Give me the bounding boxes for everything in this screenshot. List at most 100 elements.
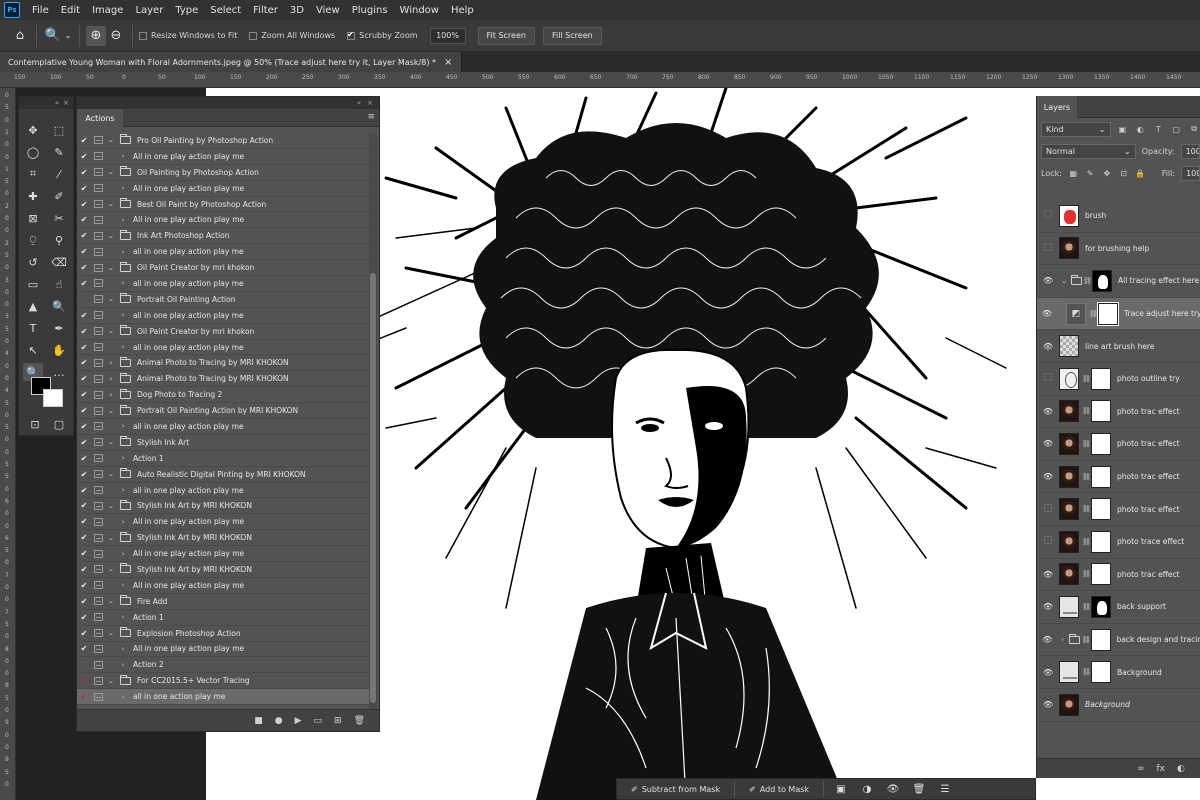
- layer-group-row[interactable]: 👁 › ⛓ back design and tracing: [1037, 624, 1200, 657]
- chevron-right-icon[interactable]: ›: [117, 454, 129, 462]
- menu-item-edit[interactable]: Edit: [55, 5, 86, 16]
- chevron-right-icon[interactable]: ›: [117, 152, 129, 160]
- new-action-icon[interactable]: ⊞: [334, 716, 342, 726]
- layer-row[interactable]: brush: [1037, 200, 1200, 233]
- action-set[interactable]: ✔ › Animal Photo to Tracing by MRI KHOKON: [77, 371, 369, 388]
- delete-mask-icon[interactable]: 🗑: [910, 781, 928, 797]
- healing-brush-tool-icon[interactable]: ✚: [23, 187, 43, 205]
- action-set[interactable]: ✔ ⌄ Fire Add: [77, 594, 369, 610]
- dialog-toggle-icon[interactable]: [91, 406, 105, 415]
- lock-artboard-icon[interactable]: ⊡: [1118, 167, 1129, 179]
- chevron-right-icon[interactable]: ›: [117, 661, 129, 669]
- visibility-eye-icon[interactable]: [1037, 210, 1059, 221]
- resize-windows-checkbox[interactable]: Resize Windows to Fit: [139, 31, 237, 40]
- layer-group-row[interactable]: 👁 ⌄ ⛓ All tracing effect here: [1037, 265, 1200, 298]
- layer-thumbnail[interactable]: [1059, 563, 1079, 586]
- dialog-toggle-icon[interactable]: [91, 660, 105, 669]
- toggle-check-icon[interactable]: ✔: [77, 247, 91, 256]
- layer-row[interactable]: 👁 ◩⛓ Trace adjust here try it: [1037, 297, 1200, 331]
- menu-item-filter[interactable]: Filter: [247, 5, 284, 16]
- subtract-from-mask-button[interactable]: ✐ Subtract from Mask: [625, 780, 726, 798]
- close-icon[interactable]: ×: [63, 99, 69, 107]
- toggle-check-icon[interactable]: ✔: [77, 501, 91, 510]
- layer-row[interactable]: 👁 line art brush here: [1037, 330, 1200, 363]
- layer-row[interactable]: 👁 ⛓ photo trac effect: [1037, 396, 1200, 429]
- menu-item-3d[interactable]: 3D: [284, 5, 310, 16]
- visibility-eye-icon[interactable]: 👁: [1037, 309, 1057, 318]
- toggle-check-icon[interactable]: ✔: [77, 692, 91, 701]
- toggle-check-icon[interactable]: ✔: [77, 613, 91, 622]
- layer-row[interactable]: 👁 Background: [1037, 689, 1200, 722]
- visibility-eye-icon[interactable]: [1037, 242, 1059, 254]
- action-set[interactable]: ✔ ⌄ For CC2015.5+ Vector Tracing: [77, 673, 369, 690]
- zoom-in-icon[interactable]: ⊕: [86, 25, 106, 46]
- action-set[interactable]: ⌄ Portrait Oil Painting Action: [77, 292, 369, 308]
- chain-link-icon[interactable]: ⛓: [1082, 473, 1091, 481]
- dialog-toggle-icon[interactable]: [91, 247, 105, 256]
- home-icon[interactable]: ⌂: [10, 26, 30, 46]
- visibility-eye-icon[interactable]: 👁: [1037, 668, 1059, 677]
- action-item[interactable]: ✔ › Action 1: [77, 451, 369, 467]
- visibility-eye-icon[interactable]: [1037, 373, 1059, 384]
- history-brush-tool-icon[interactable]: ↺: [23, 253, 43, 271]
- layer-mask-thumbnail[interactable]: [1091, 400, 1111, 423]
- dialog-toggle-icon[interactable]: [91, 597, 105, 606]
- layer-mask-thumbnail[interactable]: [1091, 465, 1111, 488]
- action-set[interactable]: ✔ ⌄ Explosion Photoshop Action: [77, 626, 369, 642]
- action-set[interactable]: ✔ ⌄ Stylish Ink Art by MRI KHOKON: [77, 562, 369, 578]
- layer-name[interactable]: photo trac effect: [1117, 439, 1180, 448]
- play-icon[interactable]: ▶: [295, 716, 302, 726]
- toggle-check-icon[interactable]: ✔: [77, 422, 91, 431]
- layer-row[interactable]: 👁 ⛓ Background: [1037, 656, 1200, 689]
- dialog-toggle-icon[interactable]: [91, 184, 105, 193]
- dialog-toggle-icon[interactable]: [91, 136, 105, 145]
- add-to-mask-button[interactable]: ✐ Add to Mask: [743, 780, 815, 798]
- fill-field[interactable]: 100%: [1181, 165, 1200, 181]
- actions-scrollbar[interactable]: [369, 133, 377, 711]
- chevron-right-icon[interactable]: ›: [117, 486, 129, 494]
- visibility-eye-icon[interactable]: 👁: [1037, 570, 1059, 579]
- layer-thumbnail[interactable]: [1059, 661, 1079, 684]
- action-set[interactable]: ✔ › Dog Photo to Tracing 2: [77, 387, 369, 404]
- layer-name[interactable]: photo trace effect: [1117, 537, 1184, 546]
- stop-icon[interactable]: ■: [254, 716, 263, 726]
- visibility-eye-icon[interactable]: [1037, 536, 1059, 547]
- chevron-down-icon[interactable]: ⌄: [105, 565, 117, 573]
- dialog-toggle-icon[interactable]: [91, 629, 105, 638]
- action-set[interactable]: ✔ › Animal Photo to Tracing by MRI KHOKON: [77, 355, 369, 372]
- link-layers-icon[interactable]: ∞: [1137, 764, 1145, 774]
- scrubby-zoom-checkbox[interactable]: Scrubby Zoom: [347, 30, 418, 40]
- toggle-check-icon[interactable]: ✔: [77, 279, 91, 288]
- layer-mask-thumbnail[interactable]: [1097, 301, 1120, 326]
- toggle-check-icon[interactable]: ✔: [77, 438, 91, 447]
- toggle-check-icon[interactable]: ✔: [77, 406, 91, 415]
- action-item[interactable]: ✔ › All in one play action play me: [77, 514, 369, 531]
- menu-item-window[interactable]: Window: [394, 5, 445, 16]
- chain-link-icon[interactable]: ⛓: [1082, 538, 1091, 546]
- dialog-toggle-icon[interactable]: [91, 692, 105, 701]
- toggle-check-icon[interactable]: ✔: [77, 629, 91, 638]
- layer-thumbnail[interactable]: [1059, 204, 1079, 227]
- toggle-check-icon[interactable]: ✔: [77, 311, 91, 320]
- adjustment-layer-icon[interactable]: ◩: [1066, 302, 1087, 325]
- dialog-toggle-icon[interactable]: [91, 390, 105, 399]
- dialog-toggle-icon[interactable]: [91, 311, 105, 320]
- lock-pixels-icon[interactable]: ✎: [1085, 167, 1096, 179]
- image-filter-icon[interactable]: ▣: [1117, 123, 1129, 135]
- screen-mode-icon[interactable]: ▢: [49, 415, 69, 433]
- more-tools-icon[interactable]: …: [49, 363, 69, 381]
- quick-select-tool-icon[interactable]: ✎: [49, 143, 69, 161]
- layer-mask-thumbnail[interactable]: [1092, 269, 1112, 292]
- toggle-check-icon[interactable]: ✔: [77, 549, 91, 558]
- chevron-right-icon[interactable]: ›: [105, 375, 117, 383]
- menu-item-image[interactable]: Image: [86, 5, 129, 16]
- action-item[interactable]: ✔ › Action 1: [77, 610, 369, 626]
- scrollbar-thumb[interactable]: [370, 273, 376, 703]
- visibility-eye-icon[interactable]: 👁: [1037, 276, 1059, 285]
- toggle-check-icon[interactable]: ✔: [77, 644, 91, 653]
- toggle-check-icon[interactable]: ✔: [77, 152, 91, 161]
- visibility-eye-icon[interactable]: 👁: [1037, 342, 1059, 351]
- action-set[interactable]: ✔ ⌄ Auto Realistic Digital Pinting by MRI …: [77, 467, 369, 483]
- chain-link-icon[interactable]: ⛓: [1089, 310, 1098, 318]
- dialog-toggle-icon[interactable]: [91, 644, 105, 653]
